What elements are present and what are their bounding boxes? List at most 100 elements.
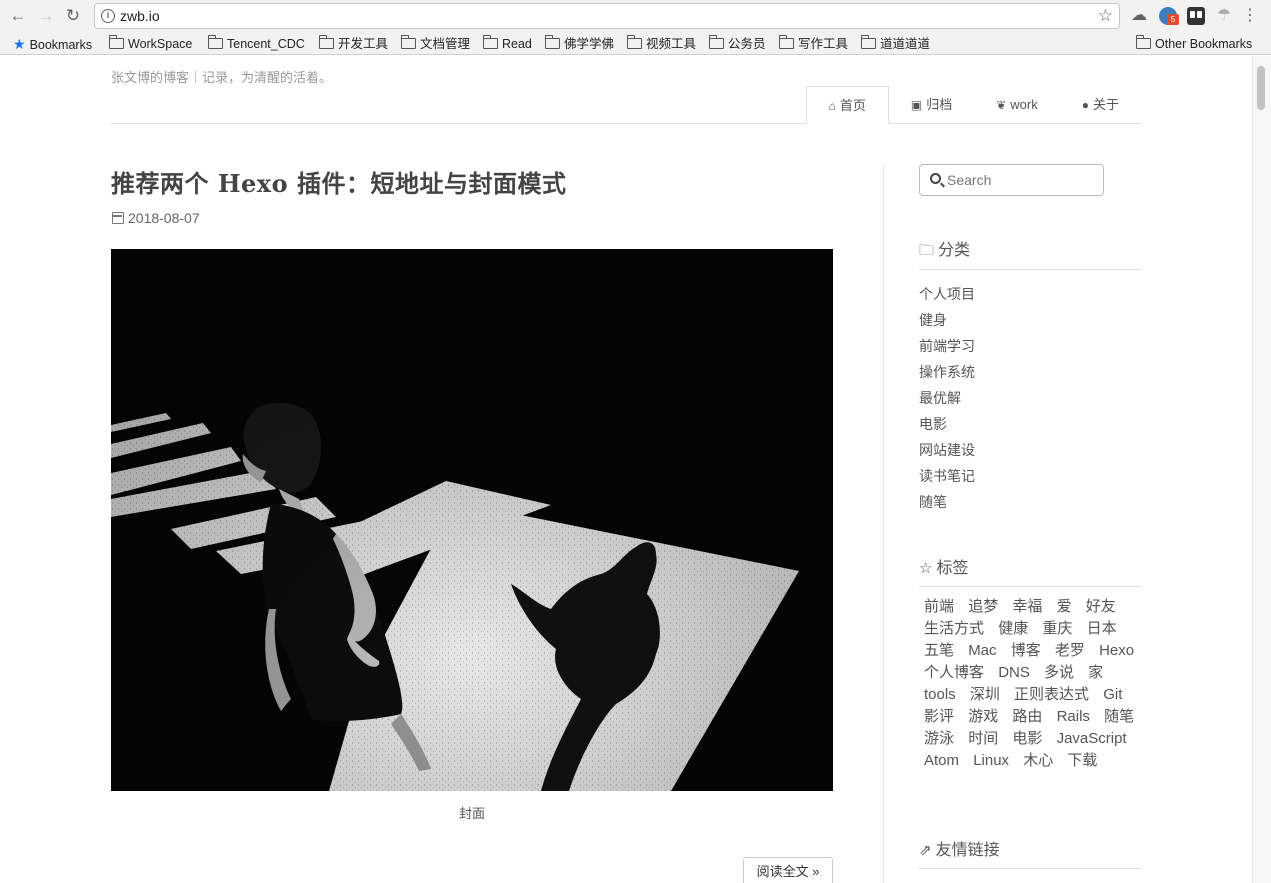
tag-link[interactable]: 爱 xyxy=(1057,598,1072,615)
kebab-menu-icon[interactable]: ⋮ xyxy=(1242,7,1258,25)
url-text[interactable]: zwb.io xyxy=(120,8,160,24)
tag-link[interactable]: 个人博客 xyxy=(924,664,984,681)
tag-link[interactable]: 健康 xyxy=(998,620,1028,637)
info-icon[interactable]: i xyxy=(101,9,115,23)
tag-link[interactable]: 老罗 xyxy=(1055,642,1085,659)
scrollbar[interactable] xyxy=(1252,56,1271,883)
tag-link[interactable]: 路由 xyxy=(1012,708,1042,725)
nav-tab-work[interactable]: ❦ work xyxy=(974,86,1060,124)
nav-tab-archive[interactable]: ▣ 归档 xyxy=(889,86,974,124)
bookmark-folder[interactable]: 道道道道 xyxy=(861,35,930,53)
tags-heading: ☆ 标签 xyxy=(919,560,969,577)
external-link-icon: ⇗ xyxy=(919,842,932,859)
folder-icon xyxy=(1136,35,1151,49)
tag-link[interactable]: 前端 xyxy=(924,598,954,615)
star-outline-icon: ☆ xyxy=(919,560,933,577)
folder-icon xyxy=(483,35,498,49)
category-item[interactable]: 网站建设 xyxy=(919,440,975,466)
tag-link[interactable]: JavaScript xyxy=(1057,730,1127,747)
nav-tab-about[interactable]: ● 关于 xyxy=(1060,86,1141,124)
tag-link[interactable]: Atom xyxy=(924,752,959,769)
category-item[interactable]: 个人项目 xyxy=(919,284,975,310)
tag-link[interactable]: Mac xyxy=(968,642,996,659)
back-button[interactable]: ← xyxy=(8,6,28,26)
tag-link[interactable]: 影评 xyxy=(924,708,954,725)
tag-link[interactable]: 游戏 xyxy=(968,708,998,725)
category-item[interactable]: 健身 xyxy=(919,310,975,336)
read-more-button[interactable]: 阅读全文 » xyxy=(743,857,833,883)
categories-divider xyxy=(919,269,1141,270)
bookmark-folder[interactable]: Read xyxy=(483,35,532,53)
post-title[interactable]: 推荐两个 Hexo 插件：短地址与封面模式 xyxy=(111,164,566,199)
tag-link[interactable]: Git xyxy=(1103,686,1122,703)
bookmark-star-icon[interactable]: ☆ xyxy=(1098,6,1113,26)
tag-link[interactable]: Rails xyxy=(1057,708,1090,725)
tag-cloud: 前端 追梦 幸福 爱 好友 生活方式 健康 重庆 日本 五笔 Mac 博客 老罗… xyxy=(919,596,1141,772)
tag-link[interactable]: 随笔 xyxy=(1104,708,1134,725)
categories-heading: 🗀 分类 xyxy=(919,242,971,259)
bookmark-item[interactable]: ★ Bookmarks xyxy=(13,35,92,53)
tag-link[interactable]: 家 xyxy=(1088,664,1103,681)
category-item[interactable]: 操作系统 xyxy=(919,362,975,388)
reload-button[interactable]: ↻ xyxy=(63,6,83,26)
tag-link[interactable]: 正则表达式 xyxy=(1014,686,1089,703)
tag-link[interactable]: 游泳 xyxy=(924,730,954,747)
bookmark-folder[interactable]: WorkSpace xyxy=(109,35,192,53)
folder-icon xyxy=(208,35,223,49)
nav-tab-home[interactable]: ⌂ 首页 xyxy=(805,86,889,124)
tag-link[interactable]: tools xyxy=(924,686,956,703)
tag-link[interactable]: 幸福 xyxy=(1012,598,1042,615)
tag-link[interactable]: 博客 xyxy=(1011,642,1041,659)
bookmark-folder[interactable]: 佛学学佛 xyxy=(545,35,614,53)
scrollbar-thumb[interactable] xyxy=(1257,66,1265,110)
star-icon: ★ xyxy=(13,36,26,52)
tag-link[interactable]: 重庆 xyxy=(1042,620,1072,637)
category-item[interactable]: 前端学习 xyxy=(919,336,975,362)
tag-link[interactable]: 深圳 xyxy=(970,686,1000,703)
extension-globe-icon[interactable]: 5 xyxy=(1159,7,1179,25)
site-nav: ⌂ 首页 ▣ 归档 ❦ work ● 关于 xyxy=(805,86,1141,124)
tag-link[interactable]: Linux xyxy=(973,752,1009,769)
tag-link[interactable]: 生活方式 xyxy=(924,620,984,637)
links-divider xyxy=(919,868,1141,869)
folder-icon xyxy=(779,35,794,49)
other-bookmarks[interactable]: Other Bookmarks xyxy=(1136,35,1252,53)
tag-link[interactable]: 电影 xyxy=(1012,730,1042,747)
cover-image xyxy=(111,249,833,791)
bookmark-folder[interactable]: 写作工具 xyxy=(779,35,848,53)
bookmark-folder[interactable]: 公务员 xyxy=(709,35,766,53)
cloud-icon[interactable]: ☁ xyxy=(1131,7,1149,25)
forward-button[interactable]: → xyxy=(36,6,56,26)
search-icon xyxy=(930,173,941,184)
sidebar-divider xyxy=(883,164,884,883)
address-bar[interactable]: i zwb.io ☆ xyxy=(94,3,1120,29)
category-item[interactable]: 电影 xyxy=(919,414,975,440)
tag-link[interactable]: 下载 xyxy=(1067,752,1097,769)
folder-icon xyxy=(861,35,876,49)
tag-link[interactable]: 日本 xyxy=(1087,620,1117,637)
bookmark-folder[interactable]: 文档管理 xyxy=(401,35,470,53)
bookmark-folder[interactable]: 视频工具 xyxy=(627,35,696,53)
bookmark-folder[interactable]: Tencent_CDC xyxy=(208,35,305,53)
bookmark-folder[interactable]: 开发工具 xyxy=(319,35,388,53)
category-item[interactable]: 读书笔记 xyxy=(919,466,975,492)
tag-link[interactable]: 追梦 xyxy=(968,598,998,615)
parachute-icon[interactable]: ☂ xyxy=(1215,7,1233,25)
archive-icon: ▣ xyxy=(910,98,923,112)
folder-icon xyxy=(545,35,560,49)
tag-link[interactable]: 时间 xyxy=(968,730,998,747)
tag-link[interactable]: 多说 xyxy=(1044,664,1074,681)
folder-icon xyxy=(627,35,642,49)
extension-icon[interactable] xyxy=(1187,7,1205,25)
tag-link[interactable]: 木心 xyxy=(1023,752,1053,769)
tag-link[interactable]: Hexo xyxy=(1099,642,1134,659)
search-input[interactable] xyxy=(947,171,1097,189)
tag-link[interactable]: DNS xyxy=(998,664,1030,681)
category-item[interactable]: 随笔 xyxy=(919,492,975,518)
home-icon: ⌂ xyxy=(828,99,836,113)
site-description: 张文博的博客｜记录，为清醒的活着。 xyxy=(111,70,333,85)
search-box[interactable] xyxy=(919,164,1104,196)
tag-link[interactable]: 五笔 xyxy=(924,642,954,659)
category-item[interactable]: 最优解 xyxy=(919,388,975,414)
tag-link[interactable]: 好友 xyxy=(1086,598,1116,615)
